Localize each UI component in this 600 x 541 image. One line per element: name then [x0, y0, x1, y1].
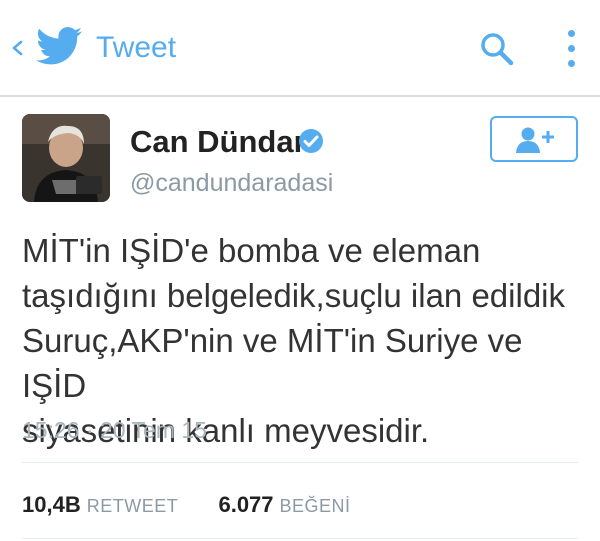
app-header: Tweet	[0, 0, 600, 97]
twitter-bird-icon[interactable]	[36, 26, 82, 66]
divider	[22, 462, 578, 463]
avatar[interactable]	[22, 114, 110, 202]
chevron-left-icon[interactable]	[8, 34, 26, 62]
tweet-stats: 10,4B RETWEET 6.077 BEĞENİ	[22, 490, 351, 520]
author-handle[interactable]: @candundaradasi	[130, 168, 333, 198]
tweet-timestamp: 15:26 · 20 Tem 15	[22, 417, 207, 443]
retweets-label: RETWEET	[86, 496, 179, 516]
author-name[interactable]: Can Dündar	[130, 124, 306, 160]
verified-badge-icon	[299, 129, 323, 153]
likes-count: 6.077	[218, 492, 274, 517]
divider	[22, 538, 578, 539]
search-icon[interactable]	[478, 30, 516, 68]
likes-stat[interactable]: 6.077 BEĞENİ	[218, 492, 350, 517]
retweets-stat[interactable]: 10,4B RETWEET	[22, 492, 184, 517]
follow-button[interactable]	[490, 116, 578, 162]
avatar-photo	[22, 114, 110, 202]
retweets-count: 10,4B	[22, 492, 81, 517]
likes-label: BEĞENİ	[279, 496, 351, 516]
follow-user-icon	[516, 127, 554, 153]
page-title: Tweet	[96, 31, 177, 64]
more-vertical-icon[interactable]	[560, 26, 584, 70]
